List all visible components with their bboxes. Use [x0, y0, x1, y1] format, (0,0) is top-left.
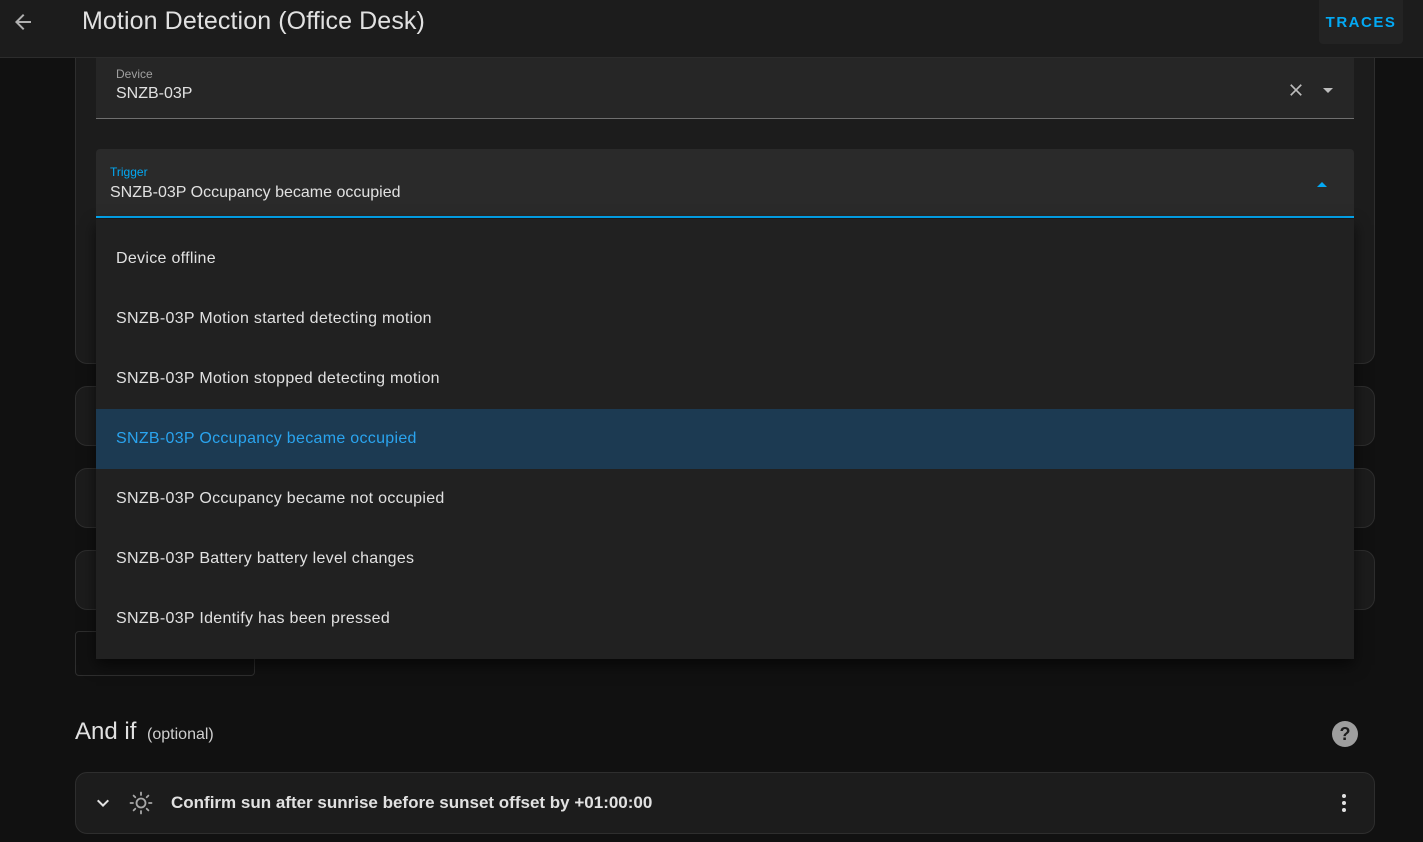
- device-field-value: SNZB-03P: [116, 85, 193, 102]
- trigger-dropdown-button[interactable]: [1308, 171, 1336, 199]
- menu-item-occupancy-not-occupied[interactable]: SNZB-03P Occupancy became not occupied: [96, 469, 1354, 529]
- menu-item-motion-stopped[interactable]: SNZB-03P Motion stopped detecting motion: [96, 349, 1354, 409]
- sun-icon: [127, 789, 155, 817]
- traces-button[interactable]: TRACES: [1319, 0, 1403, 44]
- device-select[interactable]: Device SNZB-03P: [96, 58, 1354, 119]
- arrow-left-icon: [15, 14, 31, 30]
- conditions-heading-text: And if: [75, 718, 137, 745]
- condition-card[interactable]: Confirm sun after sunrise before sunset …: [75, 772, 1375, 834]
- chevron-down-icon: [97, 799, 109, 807]
- condition-summary: Confirm sun after sunrise before sunset …: [171, 793, 653, 812]
- back-button[interactable]: [6, 5, 40, 39]
- expand-button[interactable]: [90, 790, 116, 816]
- caret-up-icon: [1317, 182, 1327, 187]
- optional-label: (optional): [147, 726, 214, 743]
- menu-item-battery-level[interactable]: SNZB-03P Battery battery level changes: [96, 529, 1354, 589]
- trigger-field-label: Trigger: [110, 165, 148, 179]
- close-icon: [1290, 84, 1302, 96]
- top-app-bar: Motion Detection (Office Desk) TRACES: [0, 0, 1423, 58]
- conditions-heading: And if (optional): [75, 718, 214, 746]
- menu-item-device-offline[interactable]: Device offline: [96, 229, 1354, 289]
- device-dropdown-button[interactable]: [1314, 76, 1342, 104]
- menu-item-identify-pressed[interactable]: SNZB-03P Identify has been pressed: [96, 589, 1354, 649]
- trigger-options-menu: Device offline SNZB-03P Motion started d…: [96, 219, 1354, 659]
- caret-down-icon: [1323, 88, 1333, 93]
- help-icon[interactable]: ?: [1332, 721, 1358, 747]
- trigger-select[interactable]: Trigger SNZB-03P Occupancy became occupi…: [96, 149, 1354, 218]
- clear-button[interactable]: [1282, 76, 1310, 104]
- device-field-label: Device: [116, 67, 153, 81]
- page-title: Motion Detection (Office Desk): [82, 7, 425, 35]
- overflow-menu-button[interactable]: [1330, 789, 1358, 817]
- more-vertical-icon: [1342, 794, 1346, 812]
- menu-item-motion-started[interactable]: SNZB-03P Motion started detecting motion: [96, 289, 1354, 349]
- menu-item-occupancy-occupied[interactable]: SNZB-03P Occupancy became occupied: [96, 409, 1354, 469]
- trigger-field-value: SNZB-03P Occupancy became occupied: [110, 184, 401, 201]
